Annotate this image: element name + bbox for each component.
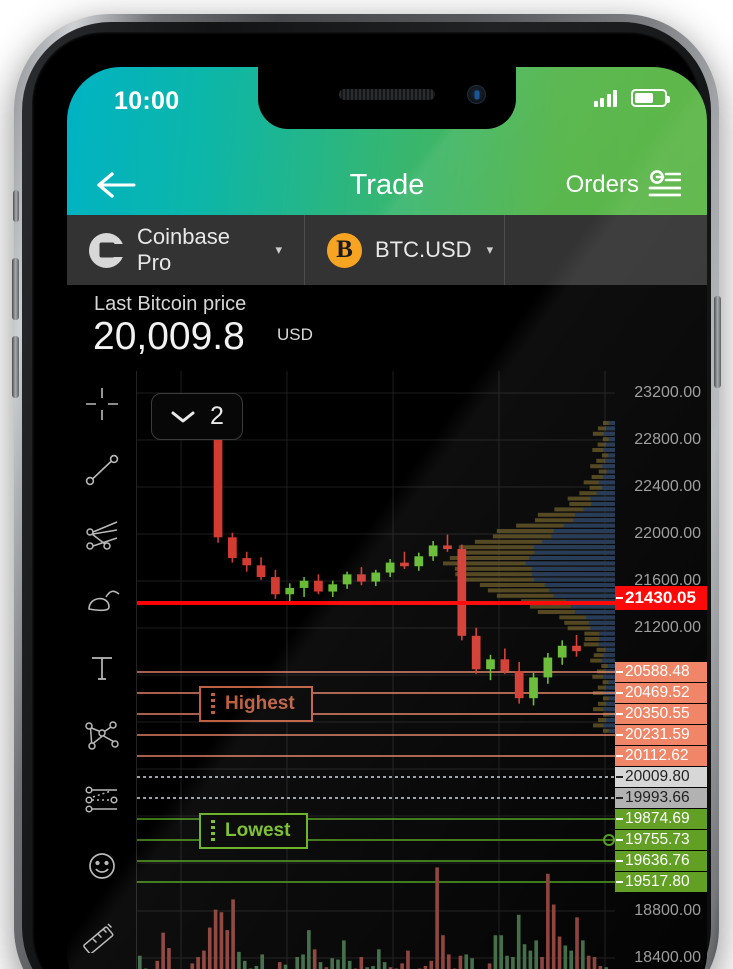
orders-button[interactable]: Orders (566, 155, 681, 215)
navigation-bar: Trade Orders (67, 155, 707, 215)
candle-count-value: 2 (210, 402, 224, 431)
zoom-in-tool-icon[interactable] (67, 965, 137, 969)
price-level-badge[interactable]: 20231.59 (615, 725, 707, 745)
crosshair-tool-icon[interactable] (67, 371, 137, 437)
highest-label-text: Highest (225, 693, 295, 715)
highest-level-label[interactable]: Highest (199, 686, 313, 722)
axis-tick-label: 22400.00 (634, 478, 701, 496)
market-selector-bar: Coinbase Pro ▾ B BTC.USD ▾ (67, 215, 707, 285)
last-price-panel: Last Bitcoin price 20,009.8 USD (67, 285, 707, 371)
drag-grip-icon (211, 693, 215, 715)
chevron-down-icon: ▾ (275, 242, 282, 258)
text-tool-icon[interactable] (67, 635, 137, 701)
price-level-badge[interactable]: 19874.69 (615, 809, 707, 829)
coinbase-logo-icon (89, 233, 124, 268)
power-button[interactable] (714, 296, 721, 388)
forecast-tool-icon[interactable] (67, 767, 137, 833)
curve-tool-icon[interactable] (67, 569, 137, 635)
axis-tick-label: 22000.00 (634, 525, 701, 543)
axis-tick-label: 18800.00 (634, 902, 701, 920)
volume-up-button[interactable] (12, 258, 19, 320)
price-level-badge[interactable]: 20350.55 (615, 704, 707, 724)
price-level-badge[interactable]: 19993.66 (615, 788, 707, 808)
exchange-selector[interactable]: Coinbase Pro ▾ (67, 215, 305, 285)
screenshot-stage: 10:00 Trade (0, 0, 733, 969)
pair-label: BTC.USD (375, 237, 472, 263)
price-level-badge[interactable]: 20469.52 (615, 683, 707, 703)
chevron-down-icon: ▾ (487, 242, 494, 258)
orders-list-icon (647, 170, 681, 200)
front-camera-icon (467, 85, 486, 104)
last-price-label: Last Bitcoin price (94, 293, 246, 316)
chevron-down-icon (170, 409, 196, 425)
axis-tick-label: 22800.00 (634, 431, 701, 449)
drawing-toolbar (67, 371, 137, 969)
chart-area: 2 Highest Lowest 23200.00 22800.00 22400.0… (67, 371, 707, 969)
status-bar-time: 10:00 (114, 87, 179, 116)
price-level-badge[interactable]: 19636.76 (615, 851, 707, 871)
status-bar-indicators (594, 89, 668, 107)
axis-tick-label: 23200.00 (634, 384, 701, 402)
drag-grip-icon (211, 820, 215, 842)
pattern-tool-icon[interactable] (67, 701, 137, 767)
phone-bezel: 10:00 Trade (32, 32, 701, 969)
last-price-value: 20,009.8 (93, 315, 245, 359)
price-level-badge[interactable]: 20112.62 (615, 746, 707, 766)
price-axis[interactable]: 23200.0022800.0022400.0022000.0021600.00… (615, 371, 707, 969)
measure-tool-icon[interactable] (67, 899, 137, 965)
axis-tick-label: 18400.00 (634, 949, 701, 967)
lowest-label-text: Lowest (225, 820, 290, 842)
price-level-badge[interactable]: 19755.73 (615, 830, 707, 850)
mute-switch[interactable] (13, 190, 19, 222)
lowest-level-label[interactable]: Lowest (199, 813, 308, 849)
phone-notch (258, 67, 516, 129)
bitcoin-logo-icon: B (327, 233, 362, 268)
selector-empty-cell (505, 215, 707, 285)
fib-fan-tool-icon[interactable] (67, 503, 137, 569)
last-price-currency: USD (277, 325, 313, 345)
volume-down-button[interactable] (12, 336, 19, 398)
price-level-badge[interactable]: 20009.80 (615, 767, 707, 787)
emoji-tool-icon[interactable] (67, 833, 137, 899)
chart-grid (137, 371, 615, 969)
earpiece-speaker-icon (339, 89, 435, 100)
price-plot[interactable]: 2 Highest Lowest 23200.00 22800.00 22400.0… (137, 371, 707, 969)
trend-line-tool-icon[interactable] (67, 437, 137, 503)
signal-bars-icon (594, 90, 618, 107)
last-price-badge[interactable]: 21430.05 (615, 586, 707, 610)
pair-selector[interactable]: B BTC.USD ▾ (305, 215, 505, 285)
phone-frame: 10:00 Trade (14, 14, 719, 969)
axis-tick-label: 21200.00 (634, 619, 701, 637)
phone-screen: 10:00 Trade (67, 67, 707, 969)
volume-profile (443, 421, 615, 733)
orders-label: Orders (566, 171, 639, 199)
price-level-badge[interactable]: 19517.80 (615, 872, 707, 892)
exchange-label: Coinbase Pro (137, 224, 260, 276)
price-level-badge[interactable]: 20588.48 (615, 662, 707, 682)
battery-icon (631, 89, 667, 107)
candle-count-badge[interactable]: 2 (151, 393, 243, 440)
